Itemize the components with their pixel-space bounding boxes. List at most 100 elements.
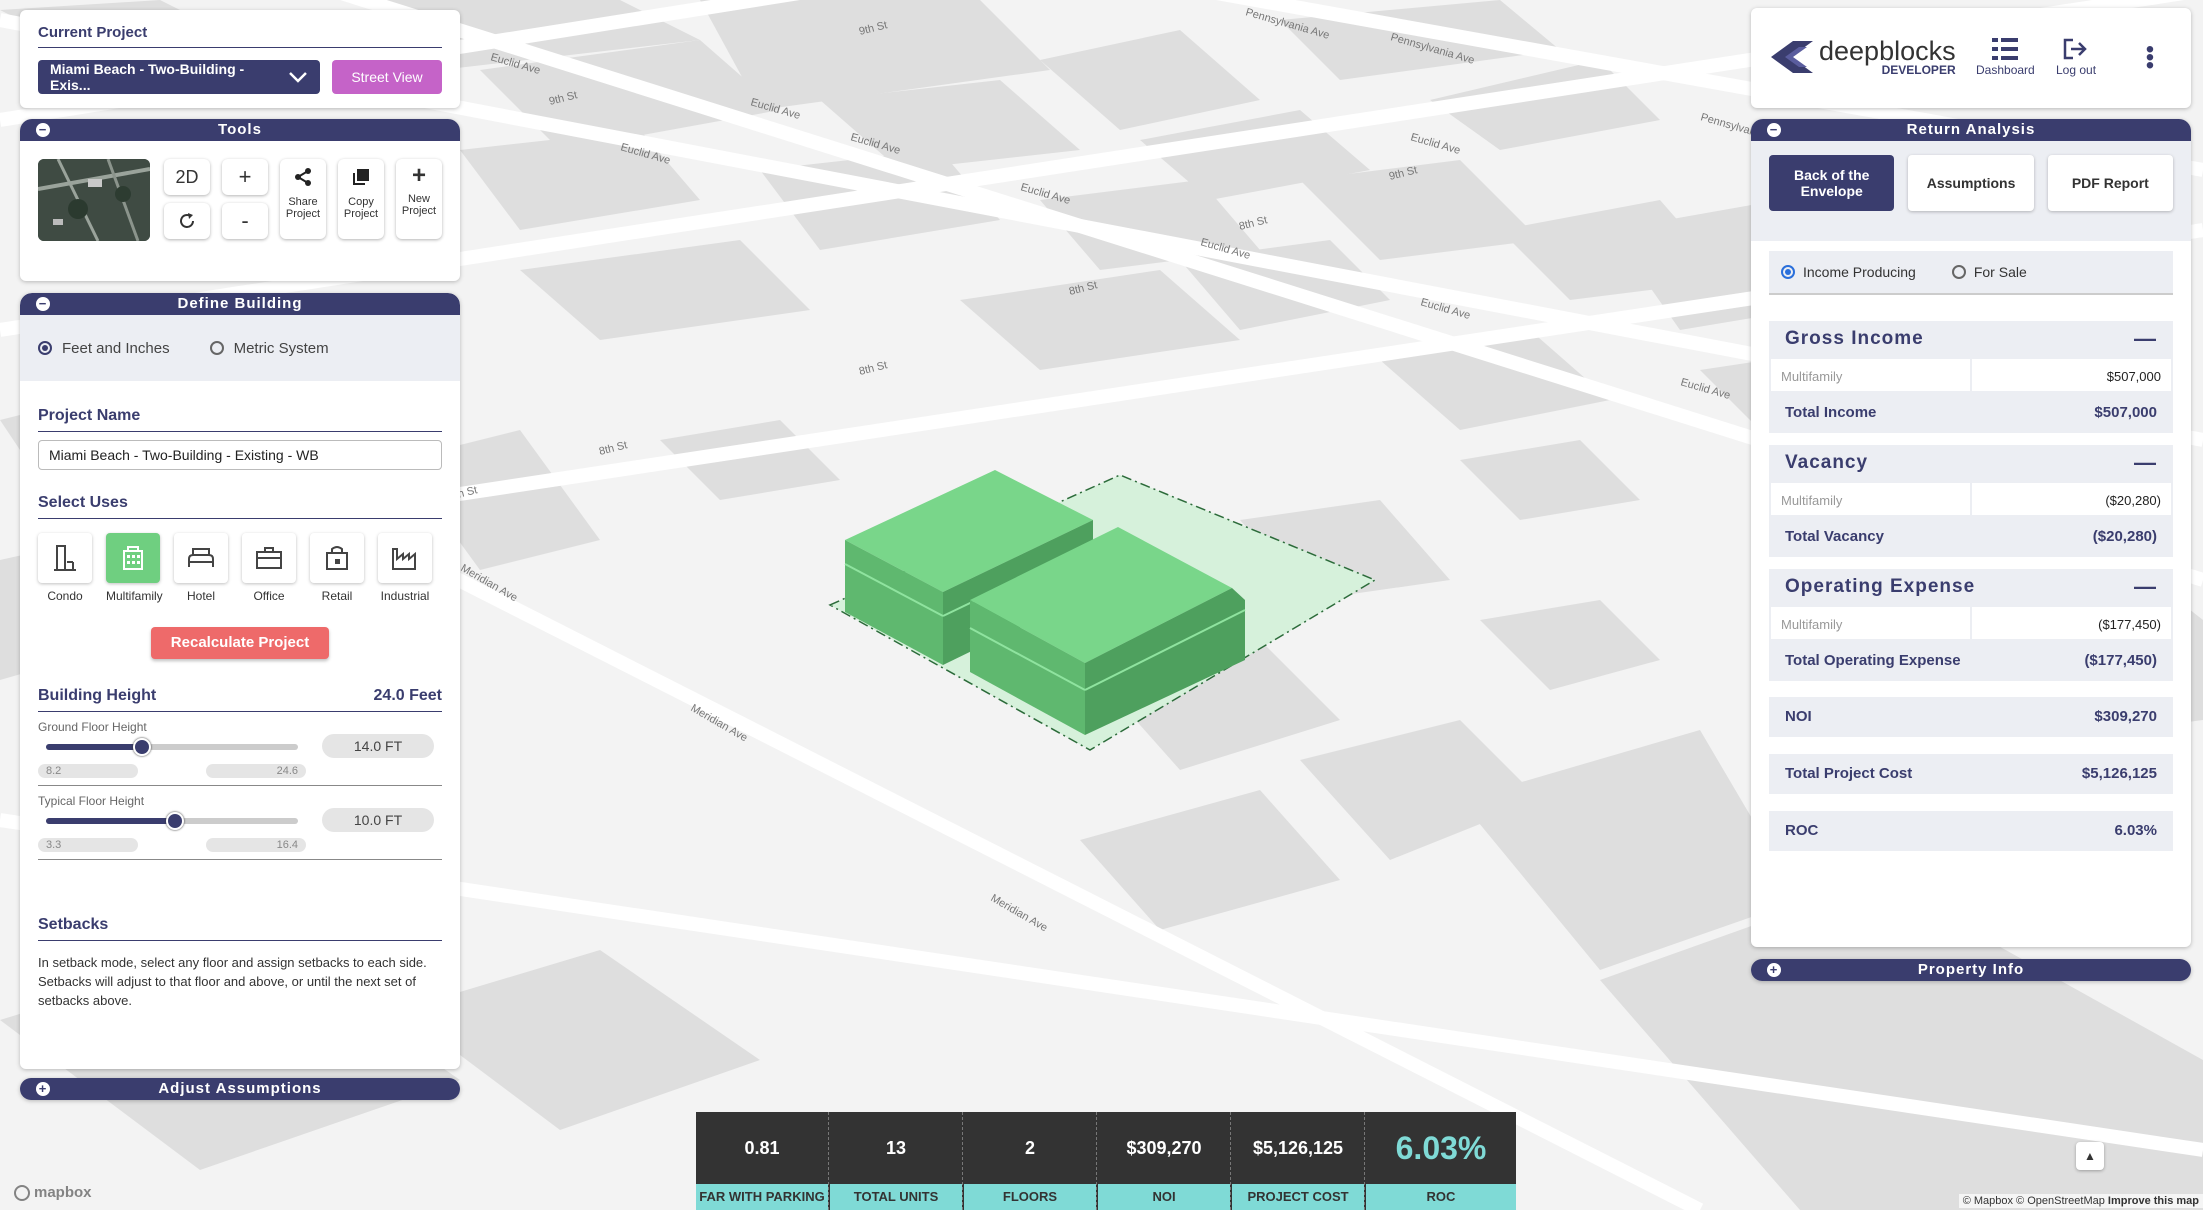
share-label-1: Share	[288, 196, 318, 208]
2d-label: 2D	[175, 167, 199, 187]
compass-button[interactable]: ▲	[2076, 1142, 2104, 1170]
use-label: Condo	[47, 589, 83, 603]
return-analysis-header[interactable]: − Return Analysis	[1751, 119, 2191, 141]
dashboard-label: Dashboard	[1976, 63, 2035, 77]
use-office[interactable]: Office	[242, 533, 296, 603]
vacancy-section: Vacancy — Multifamily ($20,280) Total Va…	[1769, 445, 2173, 557]
use-multifamily[interactable]: Multifamily	[106, 533, 163, 603]
opex-header[interactable]: Operating Expense —	[1769, 569, 2173, 605]
adjust-assumptions-title: Adjust Assumptions	[158, 1080, 322, 1097]
total-label: Total Income	[1785, 404, 1877, 421]
line-label: Multifamily	[1771, 359, 1970, 391]
satellite-toggle[interactable]	[38, 159, 150, 241]
slider-handle[interactable]	[165, 812, 184, 830]
total-opex-row: Total Operating Expense ($177,450)	[1769, 641, 2173, 681]
analysis-tabs: Back of the Envelope Assumptions PDF Rep…	[1751, 141, 2191, 241]
app-header: deepblocks DEVELOPER Dashboard Log out •…	[1751, 8, 2191, 108]
collapse-icon[interactable]: −	[36, 297, 50, 311]
logout-button[interactable]: Log out	[2056, 38, 2096, 77]
gross-income-header[interactable]: Gross Income —	[1769, 321, 2173, 357]
2d-toggle-button[interactable]: 2D	[164, 159, 210, 195]
total-label: Total Vacancy	[1785, 528, 1884, 545]
line-value: ($177,450)	[1972, 607, 2171, 639]
use-retail[interactable]: Retail	[310, 533, 364, 603]
mapbox-logo[interactable]: mapbox	[14, 1184, 92, 1201]
typical-floor-min: 3.3	[38, 838, 138, 852]
noi-value: $309,270	[2094, 708, 2157, 725]
deepblocks-logo-icon	[1771, 41, 1813, 73]
share-project-button[interactable]: Share Project	[280, 159, 326, 239]
more-menu-icon[interactable]: • • •	[2145, 38, 2155, 78]
zoom-out-button[interactable]: -	[222, 203, 268, 239]
tab-back-of-envelope[interactable]: Back of the Envelope	[1769, 155, 1895, 211]
collapse-icon[interactable]: −	[1767, 123, 1781, 137]
define-building-panel: − Define Building Feet and Inches Metric…	[20, 293, 460, 1069]
expand-icon[interactable]: +	[1767, 963, 1781, 977]
stat-value: 13	[885, 1138, 907, 1158]
slider-handle[interactable]	[132, 738, 151, 756]
ground-floor-slider[interactable]	[46, 738, 298, 756]
line-label: Multifamily	[1771, 607, 1970, 639]
plus-large-icon: +	[411, 162, 426, 189]
dashboard-button[interactable]: Dashboard	[1976, 38, 2035, 77]
roc-value: 6.03%	[2114, 822, 2157, 839]
collapse-icon[interactable]: −	[36, 123, 50, 137]
brand-logo[interactable]: deepblocks DEVELOPER	[1771, 38, 1956, 76]
vacancy-header[interactable]: Vacancy —	[1769, 445, 2173, 481]
mode-sale-radio[interactable]: For Sale	[1951, 264, 2027, 280]
improve-map-link[interactable]: Improve this map	[2108, 1195, 2199, 1207]
project-cost-value: $5,126,125	[2081, 765, 2157, 782]
vacancy-title: Vacancy	[1785, 452, 1869, 473]
total-value: $507,000	[2094, 404, 2157, 421]
unit-feet-radio[interactable]: Feet and Inches	[38, 340, 170, 357]
copy-project-button[interactable]: Copy Project	[338, 159, 384, 239]
typical-floor-slider-group: Typical Floor Height 10.0 FT 3.3 16.4	[38, 786, 442, 860]
typical-floor-value[interactable]: 10.0 FT	[322, 808, 434, 832]
building-height-label: Building Height	[38, 687, 157, 704]
use-label: Multifamily	[106, 589, 163, 603]
recalculate-button[interactable]: Recalculate Project	[151, 627, 329, 659]
project-select[interactable]: Miami Beach - Two-Building - Exis...	[38, 60, 320, 94]
typical-floor-slider[interactable]	[46, 812, 298, 830]
use-label: Retail	[321, 589, 353, 603]
property-info-title: Property Info	[1917, 961, 2025, 978]
unit-metric-radio[interactable]: Metric System	[209, 339, 329, 357]
multifamily-icon	[123, 546, 143, 570]
condo-icon	[54, 545, 76, 571]
total-value: ($177,450)	[2084, 652, 2157, 669]
use-condo[interactable]: Condo	[38, 533, 92, 603]
project-name-input[interactable]	[38, 440, 442, 470]
use-industrial[interactable]: Industrial	[378, 533, 432, 603]
define-building-header[interactable]: − Define Building	[20, 293, 460, 315]
street-view-button[interactable]: Street View	[332, 60, 442, 94]
project-cost-label: Total Project Cost	[1785, 765, 1913, 782]
stat-label: ROC	[1366, 1184, 1516, 1210]
property-info-panel[interactable]: + Property Info	[1751, 959, 2191, 981]
collapse-dash-icon[interactable]: —	[2134, 326, 2157, 352]
adjust-assumptions-panel[interactable]: + Adjust Assumptions	[20, 1078, 460, 1100]
collapse-dash-icon[interactable]: —	[2134, 450, 2157, 476]
unit-metric-label: Metric System	[233, 339, 329, 357]
opex-line: Multifamily ($177,450)	[1769, 605, 2173, 641]
tab-pdf-report[interactable]: PDF Report	[2047, 155, 2173, 211]
stat-far: 0.81 FAR WITH PARKING	[696, 1112, 829, 1210]
plus-icon: +	[238, 164, 252, 189]
ground-floor-value[interactable]: 14.0 FT	[322, 734, 434, 758]
mode-income-radio[interactable]: Income Producing	[1781, 264, 1916, 280]
tab-assumptions[interactable]: Assumptions	[1908, 155, 2034, 211]
property-info-header[interactable]: + Property Info	[1751, 959, 2191, 981]
stat-value: 0.81	[744, 1138, 780, 1158]
mapbox-logo-icon	[14, 1184, 30, 1201]
collapse-dash-icon[interactable]: —	[2134, 574, 2157, 600]
attribution-text[interactable]: © Mapbox © OpenStreetMap	[1963, 1195, 2105, 1207]
rotate-button[interactable]	[164, 203, 210, 239]
zoom-in-button[interactable]: +	[222, 159, 268, 195]
briefcase-icon	[256, 547, 282, 569]
satellite-thumbnail	[38, 159, 150, 241]
use-hotel[interactable]: Hotel	[174, 533, 228, 603]
line-value: ($20,280)	[1972, 483, 2171, 515]
tools-header[interactable]: − Tools	[20, 119, 460, 141]
expand-icon[interactable]: +	[36, 1082, 50, 1096]
adjust-assumptions-header[interactable]: + Adjust Assumptions	[20, 1078, 460, 1100]
new-project-button[interactable]: + New Project	[396, 159, 442, 239]
